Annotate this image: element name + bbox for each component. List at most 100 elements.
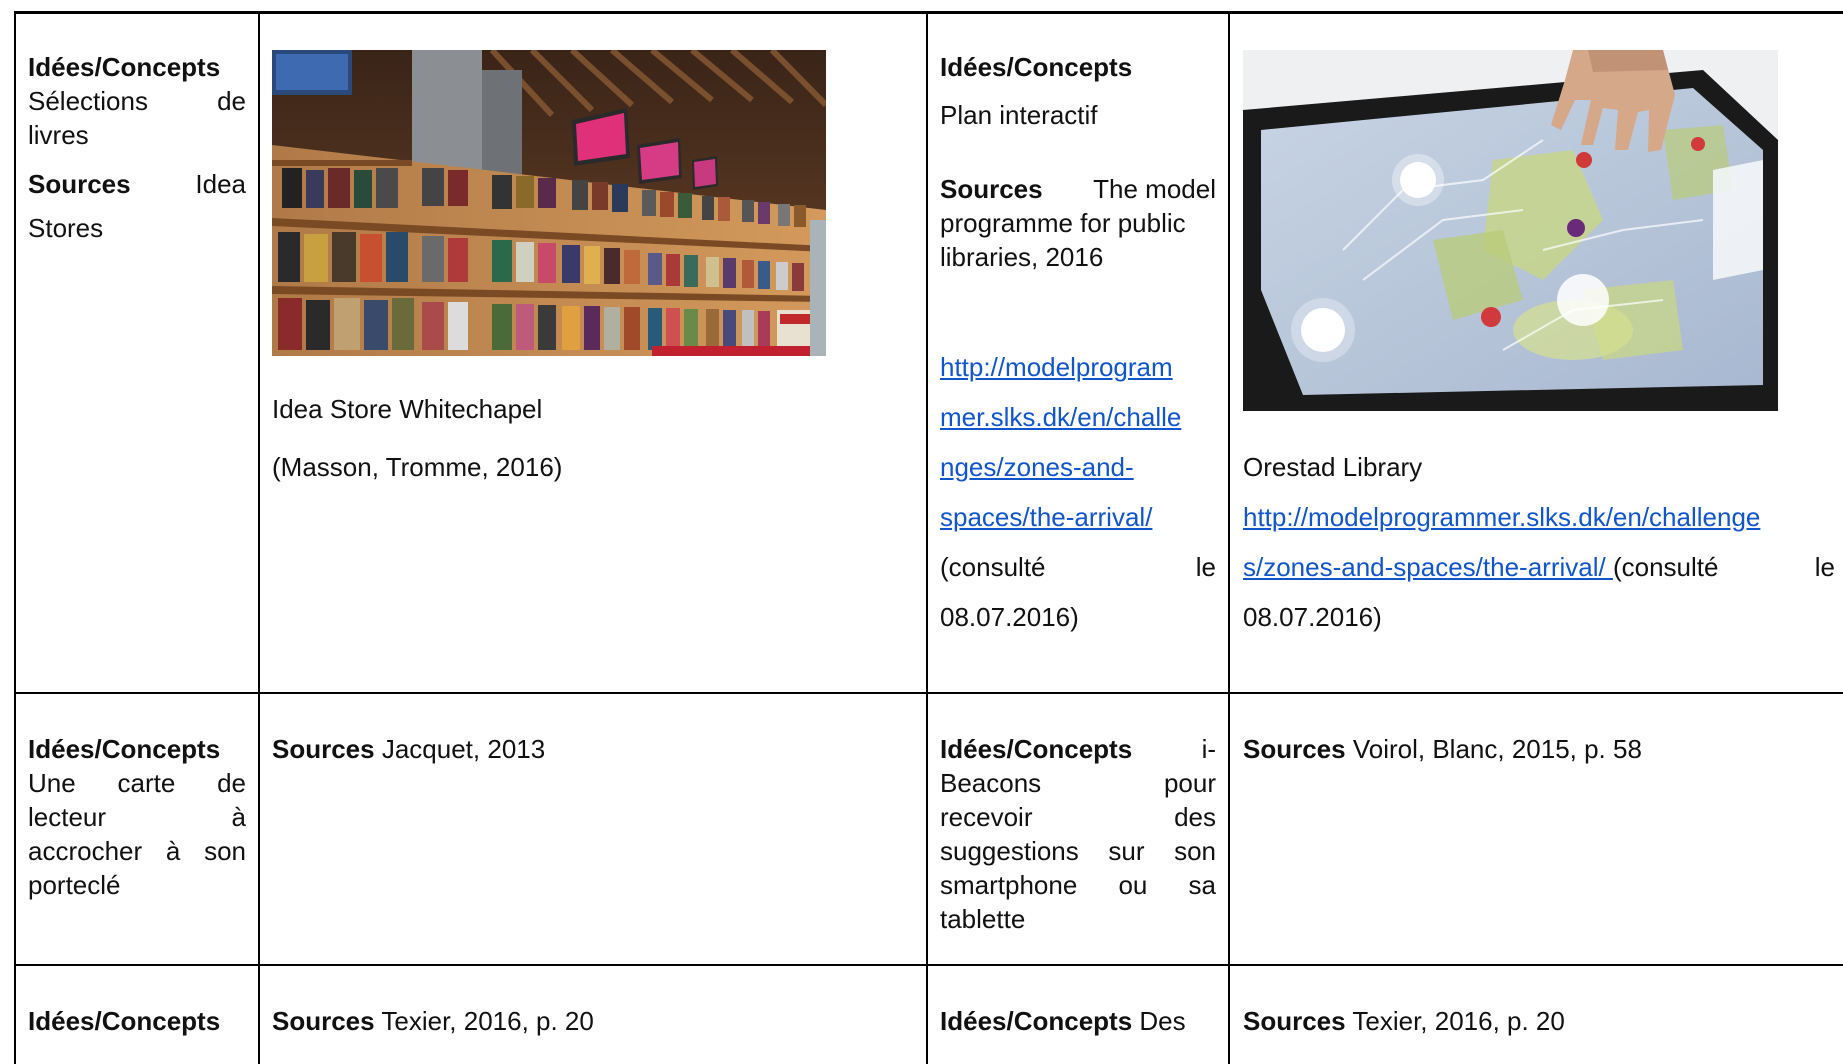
consulted-word: (consulté bbox=[940, 552, 1046, 582]
consulted-line: (consulté le bbox=[940, 542, 1216, 592]
sources-text-line: programme for public bbox=[940, 208, 1186, 238]
photo-reference: (Masson, Tromme, 2016) bbox=[272, 452, 563, 482]
table-border-top bbox=[14, 11, 1843, 14]
interactive-table-photo bbox=[1243, 50, 1778, 411]
column-divider-3 bbox=[1228, 11, 1230, 1064]
row-divider-2 bbox=[14, 964, 1843, 966]
ideas-word: ou bbox=[1118, 870, 1148, 900]
document-page: Idées/Concepts Sélections de livres Sour… bbox=[0, 0, 1843, 1064]
photo-caption: Idea Store Whitechapel bbox=[272, 394, 543, 424]
ideas-word: accrocher bbox=[28, 836, 143, 866]
row3-right-sources-cell: Sources Texier, 2016, p. 20 bbox=[1243, 1004, 1835, 1038]
interactive-table-photo-svg bbox=[1243, 50, 1778, 411]
sources-line: Sources The model bbox=[940, 172, 1216, 206]
sources-text: Texier, 2016, p. 20 bbox=[1352, 1006, 1565, 1036]
source-link[interactable]: http://modelprogram mer.slks.dk/en/chall… bbox=[940, 342, 1216, 542]
bookshelf-photo bbox=[272, 50, 826, 356]
ideas-text-line: recevoir des bbox=[940, 800, 1216, 834]
ideas-word: à bbox=[231, 802, 246, 832]
ideas-text-line: Sélections de bbox=[28, 84, 246, 118]
source-link-line[interactable]: http://modelprogram bbox=[940, 342, 1216, 392]
column-divider-2 bbox=[926, 11, 928, 1064]
row3-sources-cell: Sources Texier, 2016, p. 20 bbox=[272, 1004, 912, 1038]
ideas-text-line: suggestions sur son bbox=[940, 834, 1216, 868]
ideas-text: Plan interactif bbox=[940, 100, 1098, 130]
ideas-heading: Idées/Concepts bbox=[28, 1006, 221, 1036]
sources-heading: Sources bbox=[1243, 1006, 1346, 1036]
row1-far-right-caption: Orestad Library http://modelprogrammer.s… bbox=[1243, 442, 1835, 642]
ideas-word: de bbox=[217, 768, 246, 798]
bookshelf-photo-svg bbox=[272, 50, 826, 356]
sources-line: Sources Idea bbox=[28, 162, 246, 206]
ideas-word: recevoir bbox=[940, 802, 1033, 832]
ideas-word: Des bbox=[1139, 1006, 1186, 1036]
sources-text-line: Stores bbox=[28, 213, 104, 243]
source-link-line[interactable]: nges/zones-and- bbox=[940, 442, 1216, 492]
row2-right-sources-cell: Sources Voirol, Blanc, 2015, p. 58 bbox=[1243, 732, 1835, 766]
row3-right-ideas-cell: Idées/Concepts Des bbox=[940, 1004, 1216, 1038]
ideas-heading: Idées/Concepts bbox=[940, 52, 1133, 82]
ideas-text-line: lecteur à bbox=[28, 800, 246, 834]
sources-heading: Sources bbox=[28, 169, 131, 199]
ideas-word: des bbox=[1174, 802, 1216, 832]
caption-link-line[interactable]: s/zones-and-spaces/the-arrival/ bbox=[1243, 552, 1613, 582]
caption-consulted-word: le bbox=[1814, 552, 1835, 582]
ideas-word: sur bbox=[1108, 836, 1145, 866]
ideas-word: Sélections bbox=[28, 86, 148, 116]
ideas-word: de bbox=[217, 86, 246, 116]
caption-link-line-2: s/zones-and-spaces/the-arrival/ (consult… bbox=[1243, 542, 1835, 592]
source-link-line[interactable]: spaces/the-arrival/ bbox=[940, 492, 1216, 542]
ideas-word: son bbox=[1174, 836, 1216, 866]
ideas-word: carte bbox=[117, 768, 176, 798]
sources-text: Texier, 2016, p. 20 bbox=[381, 1006, 594, 1036]
consulted-date: 08.07.2016) bbox=[940, 602, 1079, 632]
row2-ideas-cell: Idées/Concepts Une carte de lecteur à ac… bbox=[28, 732, 246, 902]
ideas-word: sa bbox=[1188, 870, 1216, 900]
ideas-heading: Idées/Concepts bbox=[940, 734, 1133, 764]
ideas-text-line: livres bbox=[28, 120, 89, 150]
row2-sources-cell: Sources Jacquet, 2013 bbox=[272, 732, 912, 766]
sources-text: Jacquet, 2013 bbox=[381, 734, 546, 764]
ideas-word: son bbox=[204, 836, 246, 866]
row1-right-ideas-cell: Idées/Concepts Plan interactif Sources T… bbox=[940, 50, 1216, 642]
column-divider-1 bbox=[258, 11, 260, 1064]
sources-text-line: libraries, 2016 bbox=[940, 242, 1104, 272]
ideas-heading: Idées/Concepts bbox=[28, 734, 221, 764]
caption-date: 08.07.2016) bbox=[1243, 602, 1382, 632]
ideas-text-line: Beacons pour bbox=[940, 766, 1216, 800]
source-link-line[interactable]: mer.slks.dk/en/challe bbox=[940, 392, 1216, 442]
ideas-text-line: porteclé bbox=[28, 870, 121, 900]
caption-consulted: (consulté bbox=[1612, 552, 1719, 582]
ideas-word: lecteur bbox=[28, 802, 107, 832]
ideas-word: smartphone bbox=[940, 870, 1078, 900]
sources-heading: Sources bbox=[272, 734, 375, 764]
ideas-word: pour bbox=[1163, 768, 1216, 798]
photo-caption-block: Idea Store Whitechapel (Masson, Tromme, … bbox=[272, 380, 912, 496]
ideas-text-line: accrocher à son bbox=[28, 834, 246, 868]
table-border-left bbox=[14, 11, 16, 1064]
sources-heading: Sources bbox=[940, 174, 1043, 204]
photo-caption: Orestad Library bbox=[1243, 452, 1423, 482]
ideas-word: suggestions bbox=[940, 836, 1079, 866]
ideas-text-line: Une carte de bbox=[28, 766, 246, 800]
ideas-text-line: smartphone ou sa bbox=[940, 868, 1216, 902]
row1-ideas-cell: Idées/Concepts Sélections de livres Sour… bbox=[28, 50, 246, 250]
consulted-word: le bbox=[1195, 552, 1216, 582]
sources-text: Voirol, Blanc, 2015, p. 58 bbox=[1352, 734, 1642, 764]
sources-word: Idea bbox=[195, 169, 246, 199]
ideas-word: Une bbox=[28, 768, 76, 798]
ideas-word: Beacons bbox=[940, 768, 1042, 798]
ideas-word: à bbox=[165, 836, 181, 866]
ideas-heading: Idées/Concepts bbox=[28, 52, 221, 82]
ideas-heading: Idées/Concepts bbox=[940, 1006, 1133, 1036]
ideas-heading-line: Idées/Concepts i- bbox=[940, 732, 1216, 766]
sources-heading: Sources bbox=[272, 1006, 375, 1036]
sources-text: The model bbox=[1093, 174, 1216, 204]
row-divider-1 bbox=[14, 692, 1843, 694]
sources-heading: Sources bbox=[1243, 734, 1346, 764]
ideas-word: i- bbox=[1201, 734, 1216, 764]
row2-right-ideas-cell: Idées/Concepts i- Beacons pour recevoir … bbox=[940, 732, 1216, 936]
caption-link-line[interactable]: http://modelprogrammer.slks.dk/en/challe… bbox=[1243, 492, 1835, 542]
row3-ideas-cell: Idées/Concepts bbox=[28, 1004, 246, 1038]
ideas-text-line: tablette bbox=[940, 904, 1026, 934]
